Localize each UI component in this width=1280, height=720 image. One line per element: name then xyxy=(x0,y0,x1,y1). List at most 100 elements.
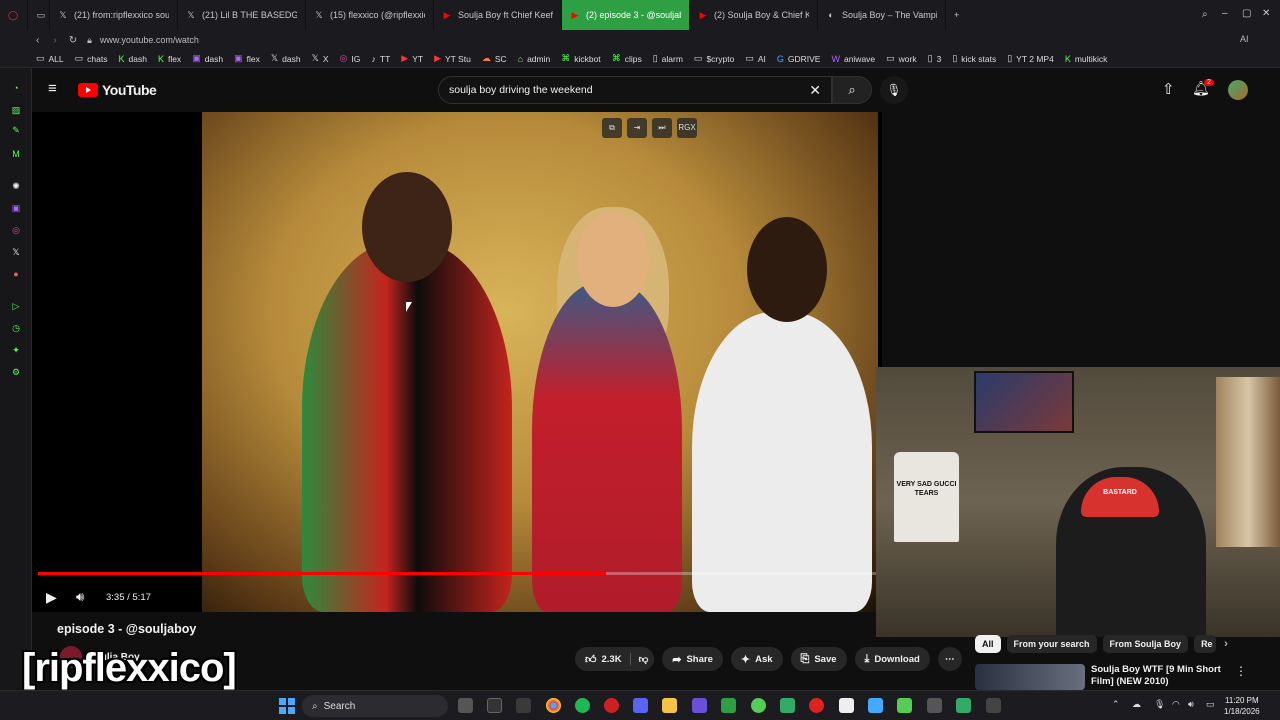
back-icon[interactable]: ‹ xyxy=(36,35,39,46)
account-avatar[interactable] xyxy=(1228,80,1248,100)
sidebar-settings-icon[interactable]: ⚙ xyxy=(10,366,22,378)
tab-item[interactable]: 𝕏 (21) from:ripflexxico soulja xyxy=(50,0,178,30)
video-player[interactable]: ⧉ ⇥ ⏭︎ RGX ▶ 🔊︎ 3:35 / 5:17 xyxy=(32,112,882,612)
bookmark-item[interactable]: ▣ dash xyxy=(192,53,223,64)
tray-chevron-icon[interactable]: ⌃ xyxy=(1112,699,1120,710)
search-input[interactable]: soulja boy driving the weekend xyxy=(449,84,809,96)
bookmark-item[interactable]: ⌘ clips xyxy=(612,53,642,64)
bookmark-item[interactable]: Kmultikick xyxy=(1065,54,1108,64)
more-actions-button[interactable]: ⋯ xyxy=(937,647,962,671)
wifi-icon[interactable]: ◠ xyxy=(1172,699,1180,710)
tab-item[interactable]: ▶ Soulja Boy ft Chief Keef - xyxy=(434,0,562,30)
close-window-icon[interactable]: ✕ xyxy=(1262,8,1270,19)
sidebar-history-icon[interactable]: ◷ xyxy=(10,322,22,334)
search-box[interactable]: soulja boy driving the weekend ✕ xyxy=(438,76,832,104)
bookmark-item[interactable]: G GDRIVE xyxy=(777,54,821,64)
tab-item[interactable]: 𝕏(21) Lil B THE BASEDGOD xyxy=(178,0,306,30)
clear-search-icon[interactable]: ✕ xyxy=(809,82,821,99)
voice-search-button[interactable]: 🎙︎ xyxy=(880,76,908,104)
onedrive-icon[interactable]: ☁ xyxy=(1132,699,1141,710)
sidebar-chatgpt-icon[interactable]: ✺ xyxy=(10,180,22,192)
reload-icon[interactable]: ↻ xyxy=(69,35,77,46)
share-button[interactable]: ➦ Share xyxy=(662,647,723,671)
bookmark-item[interactable]: ▯ alarm xyxy=(653,53,683,64)
save-button[interactable]: ⎘ Save xyxy=(790,647,847,671)
miniplayer-icon[interactable]: ⧉ xyxy=(602,118,622,138)
taskbar-clock[interactable]: 11:20 PM 1/18/2026 xyxy=(1224,695,1260,717)
task-view-icon[interactable] xyxy=(458,698,473,713)
tab-item[interactable]: 𝕏 (15) flexxico (@ripflexxico xyxy=(306,0,434,30)
recommended-video[interactable]: Soulja Boy WTF [9 Min Short Film] (NEW 2… xyxy=(975,664,1255,690)
chrome-icon[interactable] xyxy=(546,698,561,713)
sidebar-play-icon[interactable]: ▷ xyxy=(10,300,22,312)
download-button[interactable]: ⤓ Download xyxy=(854,647,930,671)
bookmark-item[interactable]: Kflex xyxy=(158,54,181,64)
bookmark-item[interactable]: ▭ ALL xyxy=(36,53,64,64)
taskbar-app-icon[interactable] xyxy=(956,698,971,713)
bookmark-item[interactable]: ▯ kick stats xyxy=(952,53,996,64)
search-button[interactable]: ⌕ xyxy=(832,76,872,104)
like-button[interactable]: 👍︎ 2.3K 👎︎ xyxy=(575,647,655,671)
sidebar-extensions-icon[interactable]: ✦ xyxy=(10,344,22,356)
new-tab-button[interactable]: + xyxy=(946,0,970,30)
forward-icon[interactable]: › xyxy=(53,35,56,46)
bookmark-item[interactable]: ⌘ kickbot xyxy=(561,53,600,64)
more-vertical-icon[interactable]: ⋮ xyxy=(1235,664,1247,690)
opera-logo-icon[interactable]: ◯ xyxy=(0,0,28,30)
taskbar-app-icon[interactable] xyxy=(516,698,531,713)
opera-icon[interactable] xyxy=(604,698,619,713)
bookmark-item[interactable]: ◎ IG xyxy=(340,53,361,64)
bookmark-item[interactable]: ▯ YT 2 MP4 xyxy=(1007,53,1054,64)
recommended-title[interactable]: Soulja Boy WTF [9 Min Short Film] (NEW 2… xyxy=(1091,664,1231,690)
bookmark-item[interactable]: ♪ TT xyxy=(371,54,390,64)
taskbar-app-icon[interactable] xyxy=(692,698,707,713)
volume-tray-icon[interactable]: 🔊︎ xyxy=(1188,699,1194,710)
sidebar-flow-icon[interactable]: ◔ xyxy=(10,82,22,94)
volume-icon[interactable]: 🔊︎ xyxy=(76,589,94,605)
chip-all[interactable]: All xyxy=(975,635,1001,653)
picture-in-picture-icon[interactable]: ⇥ xyxy=(627,118,647,138)
tab-menu-icon[interactable]: ▭ xyxy=(28,0,50,30)
bookmark-item[interactable]: ▭ chats xyxy=(75,53,108,64)
taskbar-app-icon[interactable] xyxy=(897,698,912,713)
bookmark-item[interactable]: ▭ work xyxy=(886,53,916,64)
bookmark-item[interactable]: 𝕏dash xyxy=(271,53,301,64)
sidebar-instagram-icon[interactable]: ◎ xyxy=(10,224,22,236)
bookmark-item[interactable]: ▣ flex xyxy=(234,53,260,64)
minimize-icon[interactable]: – xyxy=(1222,8,1228,19)
chip-from-channel[interactable]: From Soulja Boy xyxy=(1102,635,1189,653)
ask-button[interactable]: ✦ Ask xyxy=(730,647,783,671)
sidebar-twitch-icon[interactable]: ▣ xyxy=(10,202,22,214)
windows-start-icon[interactable] xyxy=(279,698,295,714)
url-field[interactable]: www.youtube.com/watch xyxy=(100,35,199,45)
maximize-icon[interactable]: ▢ xyxy=(1242,8,1251,19)
bookmark-item[interactable]: ▯ 3 xyxy=(928,53,942,64)
chip-from-search[interactable]: From your search xyxy=(1006,635,1097,653)
bookmark-item[interactable]: ▶ YT Stu xyxy=(434,53,471,64)
ai-button[interactable]: AI xyxy=(1240,34,1249,44)
bookmark-item[interactable]: ▶ YT xyxy=(401,53,423,64)
sidebar-m-icon[interactable]: M xyxy=(10,148,22,160)
tab-item[interactable]: ◐ Soulja Boy – The Vampire xyxy=(818,0,946,30)
progress-bar[interactable] xyxy=(38,572,876,575)
skip-icon[interactable]: ⏭︎ xyxy=(652,118,672,138)
spotify-icon[interactable] xyxy=(575,698,590,713)
taskbar-app-icon[interactable] xyxy=(751,698,766,713)
sidebar-wallet-icon[interactable]: ▨ xyxy=(10,104,22,116)
bookmark-item[interactable]: ▭ AI xyxy=(745,53,766,64)
search-tabs-icon[interactable]: ⌕ xyxy=(1202,9,1208,20)
file-explorer-icon[interactable] xyxy=(662,698,677,713)
mic-tray-icon[interactable]: 🎙︎ xyxy=(1154,699,1165,710)
taskbar-app-icon[interactable] xyxy=(780,698,795,713)
upload-icon[interactable]: ⇧ xyxy=(1162,80,1175,98)
bookmark-item[interactable]: ▭ $crypto xyxy=(694,53,734,64)
chevron-right-icon[interactable]: › xyxy=(1224,638,1228,650)
thumbs-down-icon[interactable]: 👎︎ xyxy=(629,653,648,665)
taskbar-app-icon[interactable] xyxy=(721,698,736,713)
bookmark-item[interactable]: ☁ SC xyxy=(482,53,507,64)
taskbar-app-icon[interactable] xyxy=(868,698,883,713)
battery-icon[interactable]: ▭ xyxy=(1206,699,1215,710)
discord-icon[interactable] xyxy=(633,698,648,713)
taskbar-app-icon[interactable] xyxy=(839,698,854,713)
taskbar-app-icon[interactable] xyxy=(986,698,1001,713)
